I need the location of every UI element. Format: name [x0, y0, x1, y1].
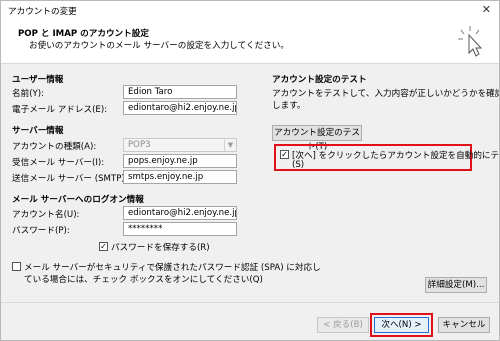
outgoing-server-label: 送信メール サーバー (SMTP)(O): — [12, 174, 142, 184]
window-title: アカウントの変更 — [8, 7, 77, 17]
test-heading: アカウント設定のテスト — [272, 75, 367, 85]
user-info-heading: ユーザー情報 — [12, 75, 64, 85]
email-label: 電子メール アドレス(E): — [12, 105, 108, 115]
incoming-server-input[interactable]: pops.enjoy.ne.jp — [123, 154, 237, 168]
spa-label-line2: ている場合には、チェック ボックスをオンにしてください(Q) — [24, 275, 263, 285]
server-info-heading: サーバー情報 — [12, 126, 64, 136]
spa-label-line1: メール サーバーがセキュリティで保護されたパスワード認証 (SPA) に対応し — [24, 263, 321, 273]
account-name-input[interactable]: ediontaro@hi2.enjoy.ne.jp — [123, 206, 237, 220]
account-type-select: POP3 ▼ — [123, 138, 237, 152]
next-button[interactable]: 次へ(N) > — [374, 317, 429, 333]
close-icon[interactable]: ✕ — [482, 3, 491, 16]
header-subtitle: お使いのアカウントのメール サーバーの設定を入力してください。 — [29, 41, 289, 51]
test-desc-line1: アカウントをテストして、入力内容が正しいかどうかを確認することをお勧め — [272, 89, 499, 99]
incoming-server-label: 受信メール サーバー(I): — [12, 158, 105, 168]
outgoing-server-input[interactable]: smtps.enjoy.ne.jp — [123, 170, 237, 184]
account-settings-dialog: アカウントの変更 ✕ POP と IMAP のアカウント設定 お使いのアカウント… — [0, 0, 500, 341]
logon-info-heading: メール サーバーへのログオン情報 — [12, 195, 144, 205]
name-label: 名前(Y): — [12, 89, 45, 99]
auto-test-label-line1: [次へ] をクリックしたらアカウント設定を自動的にテストする — [292, 151, 500, 161]
dialog-header: POP と IMAP のアカウント設定 お使いのアカウントのメール サーバーの設… — [1, 21, 499, 64]
save-password-checkbox[interactable]: ✓ — [99, 242, 108, 251]
click-cursor-icon — [458, 26, 483, 57]
name-input[interactable]: Edion Taro — [123, 85, 237, 99]
account-name-label: アカウント名(U): — [12, 210, 80, 220]
cancel-button[interactable]: キャンセル — [438, 317, 490, 333]
test-desc-line2: します。 — [272, 101, 306, 111]
auto-test-label-line2: (S) — [292, 160, 305, 170]
account-type-value: POP3 — [128, 140, 151, 150]
back-button[interactable]: < 戻る(B) — [317, 317, 369, 333]
account-type-label: アカウントの種類(A): — [12, 142, 97, 152]
title-bar: アカウントの変更 ✕ — [1, 1, 499, 21]
save-password-label: パスワードを保存する(R) — [111, 243, 210, 253]
more-settings-button[interactable]: 詳細設定(M)... — [425, 277, 487, 293]
auto-test-checkbox[interactable]: ✓ — [280, 150, 289, 159]
footer-separator — [1, 302, 499, 303]
chevron-down-icon: ▼ — [224, 139, 236, 151]
email-input[interactable]: ediontaro@hi2.enjoy.ne.jp — [123, 101, 237, 115]
header-title: POP と IMAP のアカウント設定 — [18, 29, 149, 39]
password-input[interactable]: ******** — [123, 222, 237, 236]
spa-checkbox[interactable] — [12, 262, 21, 271]
test-account-button[interactable]: アカウント設定のテスト(T) — [272, 125, 362, 152]
password-label: パスワード(P): — [12, 226, 70, 236]
